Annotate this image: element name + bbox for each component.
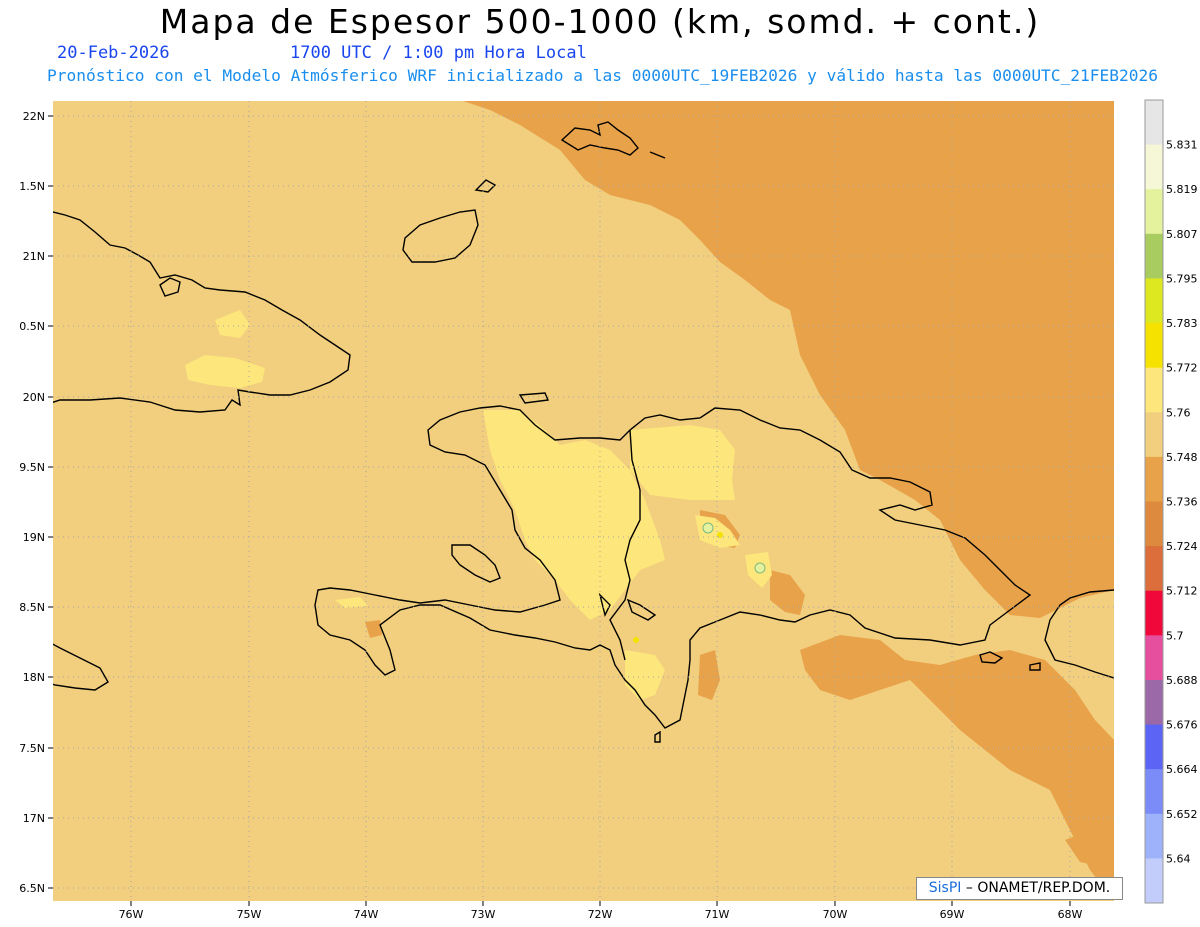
colorbar-level-label: 5.783 [1166,317,1198,330]
colorbar-swatch [1145,858,1163,904]
forecast-date: 20-Feb-2026 [57,43,170,63]
field-spot-yellow-1 [717,532,723,538]
field-light-northeast [630,425,735,500]
colorbar-level-label: 5.664 [1166,763,1198,776]
colorbar-level-label: 5.76 [1166,406,1191,419]
colorbar-level-label: 5.772 [1166,362,1198,375]
colorbar-swatch [1145,412,1163,458]
colorbar-level-label: 5.736 [1166,496,1198,509]
field-spot-green-1 [702,522,714,534]
colorbar-swatch [1145,679,1163,726]
colorbar-level-label: 5.724 [1166,540,1198,553]
lon-tick-label: 70W [823,908,848,921]
credit-box: SisPI – ONAMET/REP.DOM. [916,877,1123,900]
colorbar-level-label: 5.64 [1166,852,1191,865]
colorbar-level-label: 5.748 [1166,451,1198,464]
colorbar-level-label: 5.807 [1166,228,1198,241]
lon-tick-label: 72W [588,908,613,921]
colorbar-level-label: 5.652 [1166,808,1198,821]
lat-tick-label: 22N [23,110,45,123]
colorbar-swatch [1145,233,1163,279]
colorbar-level-label: 5.712 [1166,585,1198,598]
field-spot-green-2 [754,562,766,574]
colorbar-swatch [1145,769,1163,815]
lat-tick-label: 9.5N [19,461,45,474]
lon-tick-label: 76W [119,908,144,921]
lon-tick-label: 75W [237,908,262,921]
colorbar-swatch [1145,189,1163,235]
colorbar-swatch [1145,590,1163,636]
map-figure: 22N 1.5N 21N 0.5N 20N 9.5N 19N 8.5N 18N 7.5N 17N 6.… [19,99,1198,921]
credit-org: – ONAMET/REP.DOM. [965,880,1111,896]
colorbar-level-label: 5.831 [1166,139,1198,152]
colorbar-level-label: 5.676 [1166,719,1198,732]
colorbar-swatch [1145,100,1163,146]
colorbar-level-label: 5.7 [1166,629,1184,642]
colorbar-level-label: 5.795 [1166,272,1198,285]
lon-tick-label: 68W [1058,908,1083,921]
colorbar-swatch [1145,144,1163,190]
lon-tick-label: 71W [705,908,730,921]
lat-tick-label: 6.5N [19,882,45,895]
field-spot-yellow-2 [633,637,639,643]
lon-tick-label: 69W [940,908,965,921]
colorbar-swatch [1145,323,1163,369]
coast-keys-2 [38,208,50,222]
colorbar-level-label: 5.688 [1166,674,1198,687]
lat-tick-label: 19N [23,531,45,544]
colorbar-swatch [1145,278,1163,324]
lat-tick-label: 0.5N [19,320,45,333]
colorbar-swatch [1145,367,1163,413]
colorbar-swatch [1145,501,1163,547]
colorbar-swatch [1145,813,1163,859]
lat-tick-label: 7.5N [19,742,45,755]
forecast-time: 1700 UTC / 1:00 pm Hora Local [290,43,587,63]
lat-tick-label: 20N [23,391,45,404]
colorbar-swatch [1145,546,1163,592]
longitude-axis: 76W 75W 74W 73W 72W 71W 70W 69W 68W [119,901,1083,921]
lat-tick-label: 1.5N [19,180,45,193]
colorbar: 5.831 5.819 5.807 5.795 5.783 5.772 5.76 5.748 5… [1144,99,1198,904]
colorbar-level-label: 5.819 [1166,183,1198,196]
lat-tick-label: 18N [23,671,45,684]
colorbar-swatch [1145,635,1163,681]
lat-tick-label: 21N [23,250,45,263]
lat-tick-label: 17N [23,812,45,825]
colorbar-swatch [1145,724,1163,770]
lat-tick-label: 8.5N [19,601,45,614]
latitude-axis: 22N 1.5N 21N 0.5N 20N 9.5N 19N 8.5N 18N 7.5N 17N 6.… [19,110,53,895]
forecast-description: Pronóstico con el Modelo Atmósferico WRF… [47,66,1159,85]
lon-tick-label: 73W [471,908,496,921]
credit-brand: SisPI [928,880,962,896]
lon-tick-label: 74W [354,908,379,921]
map-title: Mapa de Espesor 500-1000 (km, somd. + co… [159,2,1041,41]
colorbar-swatch [1145,456,1163,502]
